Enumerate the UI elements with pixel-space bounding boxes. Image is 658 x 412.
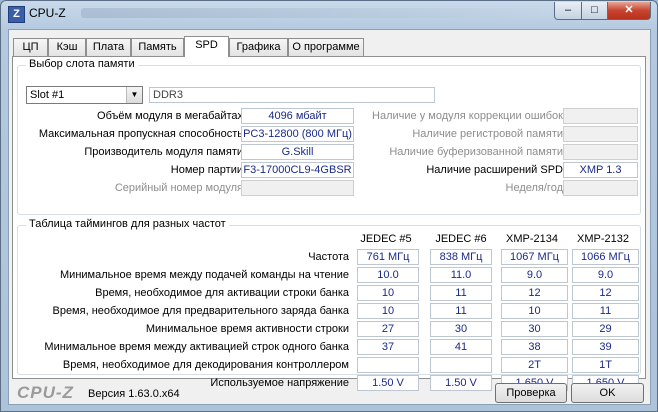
timing-cell: 10 [501, 303, 568, 319]
chevron-down-icon[interactable]: ▼ [126, 87, 142, 103]
timing-cell: 2T [501, 357, 568, 373]
column-header: XMP-2134 [506, 233, 558, 245]
timing-cell: 39 [572, 339, 639, 355]
registered-value [563, 126, 638, 142]
tab-cache[interactable]: Кэш [48, 38, 86, 56]
slot-select-value: Slot #1 [30, 89, 65, 101]
tab-about[interactable]: О программе [288, 38, 364, 56]
timing-row-label: Используемое напряжение [210, 377, 349, 389]
slot-select[interactable]: Slot #1 ▼ [26, 86, 143, 104]
column-header: XMP-2132 [577, 233, 629, 245]
serial-number-label: Серийный номер модуля [114, 182, 243, 194]
timing-cell: 41 [430, 339, 492, 355]
timing-cell: 12 [572, 285, 639, 301]
manufacturer-value: G.Skill [241, 144, 354, 160]
max-bandwidth-value: PC3-12800 (800 МГц) [241, 126, 354, 142]
validate-button[interactable]: Проверка [495, 383, 567, 403]
timing-row-label: Время, необходимое для активации строки … [95, 287, 349, 299]
timings-group: Таблица таймингов для разных частот JEDE… [17, 218, 641, 391]
timing-cell: 29 [572, 321, 639, 337]
timing-cell: 1067 МГц [501, 249, 568, 265]
memory-type-field: DDR3 [149, 87, 435, 103]
timing-cell: 11 [430, 303, 492, 319]
column-header: JEDEC #5 [360, 233, 412, 245]
timing-cell: 27 [357, 321, 419, 337]
timing-cell: 10 [357, 285, 419, 301]
timing-cell: 10 [357, 303, 419, 319]
timing-row-label: Минимальное время между активацией строк… [44, 341, 349, 353]
version-label: Версия 1.63.0.x64 [88, 388, 180, 400]
max-bandwidth-label: Максимальная пропускная способность [38, 128, 243, 140]
memory-slot-group: Выбор слота памяти Slot #1 ▼ DDR3 Объём … [17, 58, 641, 215]
timing-cell: 9.0 [501, 267, 568, 283]
timing-row-label: Минимальное время активности строки [145, 323, 349, 335]
title-bar[interactable]: Z CPU-Z – □ ✕ [1, 1, 657, 27]
tab-graphics[interactable]: Графика [229, 38, 288, 56]
close-button[interactable]: ✕ [607, 2, 651, 20]
timing-row-label: Время, необходимое для декодирования кон… [62, 359, 349, 371]
timing-cell: 11.0 [430, 267, 492, 283]
timing-row-label: Время, необходимое для предварительного … [52, 305, 349, 317]
timing-cell: 30 [501, 321, 568, 337]
timing-cell [357, 357, 419, 373]
serial-number-value [241, 180, 354, 196]
cpuz-app-icon: Z [8, 6, 25, 23]
timing-row-label: Частота [308, 251, 349, 263]
cpuz-window: Z CPU-Z – □ ✕ ЦП Кэш Плата Память SPD Гр… [0, 0, 658, 412]
timing-cell: 1.50 V [430, 375, 492, 391]
memory-slot-group-title: Выбор слота памяти [26, 58, 138, 70]
module-size-label: Объём модуля в мегабайтах [97, 110, 243, 122]
week-year-value [563, 180, 638, 196]
registered-label: Наличие регистровой памяти [412, 128, 563, 140]
timing-cell: 1.50 V [357, 375, 419, 391]
timing-cell: 11 [430, 285, 492, 301]
window-title: CPU-Z [29, 6, 66, 20]
module-size-value: 4096 мбайт [241, 108, 354, 124]
spd-ext-label: Наличие расширений SPD [426, 164, 563, 176]
tab-cpu[interactable]: ЦП [13, 38, 48, 56]
timing-cell: 761 МГц [357, 249, 419, 265]
timing-cell [430, 357, 492, 373]
timing-cell: 11 [572, 303, 639, 319]
title-bar-background [81, 8, 551, 18]
minimize-button[interactable]: – [554, 2, 582, 20]
timing-cell: 10.0 [357, 267, 419, 283]
timing-row-label: Минимальное время между подачей команды … [60, 269, 349, 281]
buffered-label: Наличие буферизованной памяти [389, 146, 563, 158]
tab-memory[interactable]: Память [131, 38, 184, 56]
tab-spd[interactable]: SPD [184, 36, 229, 57]
ecc-label: Наличие у модуля коррекции ошибок [372, 110, 563, 122]
week-year-label: Неделя/год [505, 182, 564, 194]
client-area: ЦП Кэш Плата Память SPD Графика О програ… [8, 29, 651, 405]
timing-cell: 38 [501, 339, 568, 355]
timing-cell: 9.0 [572, 267, 639, 283]
spd-panel: Выбор слота памяти Slot #1 ▼ DDR3 Объём … [12, 56, 646, 391]
ecc-value [563, 108, 638, 124]
part-number-value: F3-17000CL9-4GBSR [241, 162, 354, 178]
timing-cell: 30 [430, 321, 492, 337]
ok-button[interactable]: OK [571, 383, 644, 403]
column-header: JEDEC #6 [435, 233, 487, 245]
part-number-label: Номер партии [170, 164, 243, 176]
maximize-button[interactable]: □ [581, 2, 608, 20]
tab-mainboard[interactable]: Плата [86, 38, 131, 56]
manufacturer-label: Производитель модуля памяти [84, 146, 243, 158]
buffered-value [563, 144, 638, 160]
timing-cell: 37 [357, 339, 419, 355]
timing-cell: 1T [572, 357, 639, 373]
cpuz-logo: CPU-Z [17, 383, 74, 402]
spd-ext-value: XMP 1.3 [563, 162, 638, 178]
timings-group-title: Таблица таймингов для разных частот [26, 218, 229, 230]
timing-cell: 12 [501, 285, 568, 301]
timing-cell: 1066 МГц [572, 249, 639, 265]
timing-cell: 838 МГц [430, 249, 492, 265]
